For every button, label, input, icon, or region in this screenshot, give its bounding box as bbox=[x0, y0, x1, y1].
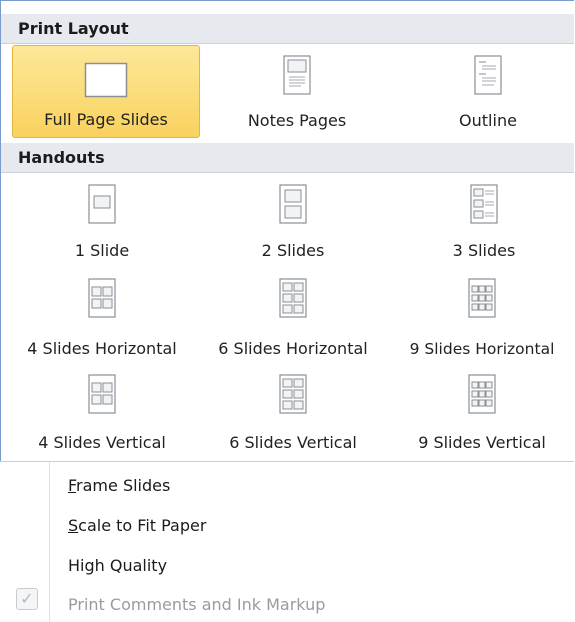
handout-6-vertical-label: 6 Slides Vertical bbox=[229, 433, 357, 452]
frame-slides-mnemonic: F bbox=[68, 476, 77, 495]
scale-to-fit-paper-option[interactable]: Scale to Fit Paper bbox=[68, 516, 206, 535]
notes-pages-icon bbox=[283, 55, 311, 95]
handout-6-vertical-option[interactable]: 6 Slides Vertical bbox=[199, 366, 387, 460]
handout-9-vertical-icon bbox=[468, 374, 496, 414]
notes-pages-option[interactable]: Notes Pages bbox=[203, 45, 391, 138]
handout-4-horizontal-icon bbox=[88, 278, 116, 318]
notes-pages-label: Notes Pages bbox=[247, 111, 347, 130]
print-comments-option[interactable]: Print Comments and Ink Markup bbox=[68, 595, 325, 614]
handout-2-slides-label: 2 Slides bbox=[261, 241, 325, 260]
outline-icon bbox=[474, 55, 502, 95]
handout-9-horizontal-option[interactable]: 9 Slides Horizontal bbox=[390, 272, 574, 366]
checkmark-icon: ✓ bbox=[20, 589, 34, 608]
high-quality-label: High Quality bbox=[68, 556, 168, 575]
handout-3-slides-label: 3 Slides bbox=[452, 241, 516, 260]
handout-4-vertical-option[interactable]: 4 Slides Vertical bbox=[8, 366, 196, 460]
handout-2-slides-icon bbox=[279, 184, 307, 224]
handout-4-vertical-icon bbox=[88, 374, 116, 414]
handouts-header: Handouts bbox=[1, 143, 574, 173]
options-separator bbox=[0, 461, 574, 462]
handout-6-vertical-icon bbox=[279, 374, 307, 414]
full-page-slide-icon bbox=[84, 62, 128, 98]
frame-slides-label: rame Slides bbox=[76, 476, 171, 495]
full-page-slides-option[interactable]: Full Page Slides bbox=[12, 45, 200, 138]
print-layout-header: Print Layout bbox=[1, 14, 574, 44]
handout-9-vertical-label: 9 Slides Vertical bbox=[418, 433, 546, 452]
handout-4-horizontal-option[interactable]: 4 Slides Horizontal bbox=[8, 272, 196, 366]
handout-3-slides-option[interactable]: 3 Slides bbox=[390, 178, 575, 266]
outline-label: Outline bbox=[459, 111, 517, 130]
handout-3-slides-icon bbox=[470, 184, 498, 224]
scale-to-fit-label: cale to Fit Paper bbox=[78, 516, 207, 535]
handout-4-vertical-label: 4 Slides Vertical bbox=[38, 433, 166, 452]
handout-6-horizontal-label: 6 Slides Horizontal bbox=[218, 339, 368, 358]
print-comments-checkbox[interactable]: ✓ bbox=[16, 588, 38, 610]
full-page-slides-label: Full Page Slides bbox=[44, 110, 168, 129]
handout-1-slide-icon bbox=[88, 184, 116, 224]
handout-6-horizontal-icon bbox=[279, 278, 307, 318]
handout-1-slide-option[interactable]: 1 Slide bbox=[8, 178, 196, 266]
handout-9-horizontal-icon bbox=[468, 278, 496, 318]
scale-to-fit-mnemonic: S bbox=[68, 516, 79, 535]
handout-9-vertical-option[interactable]: 9 Slides Vertical bbox=[390, 366, 574, 460]
handout-1-slide-label: 1 Slide bbox=[74, 241, 130, 260]
handout-4-horizontal-label: 4 Slides Horizontal bbox=[27, 339, 177, 358]
handout-6-horizontal-option[interactable]: 6 Slides Horizontal bbox=[199, 272, 387, 366]
print-comments-label: Print Comments and Ink Markup bbox=[68, 595, 326, 614]
outline-option[interactable]: Outline bbox=[394, 45, 575, 138]
frame-slides-option[interactable]: Frame Slides bbox=[68, 476, 170, 495]
high-quality-option[interactable]: High Quality bbox=[68, 556, 167, 575]
handout-2-slides-option[interactable]: 2 Slides bbox=[199, 178, 387, 266]
handout-9-horizontal-label: 9 Slides Horizontal bbox=[409, 340, 555, 358]
